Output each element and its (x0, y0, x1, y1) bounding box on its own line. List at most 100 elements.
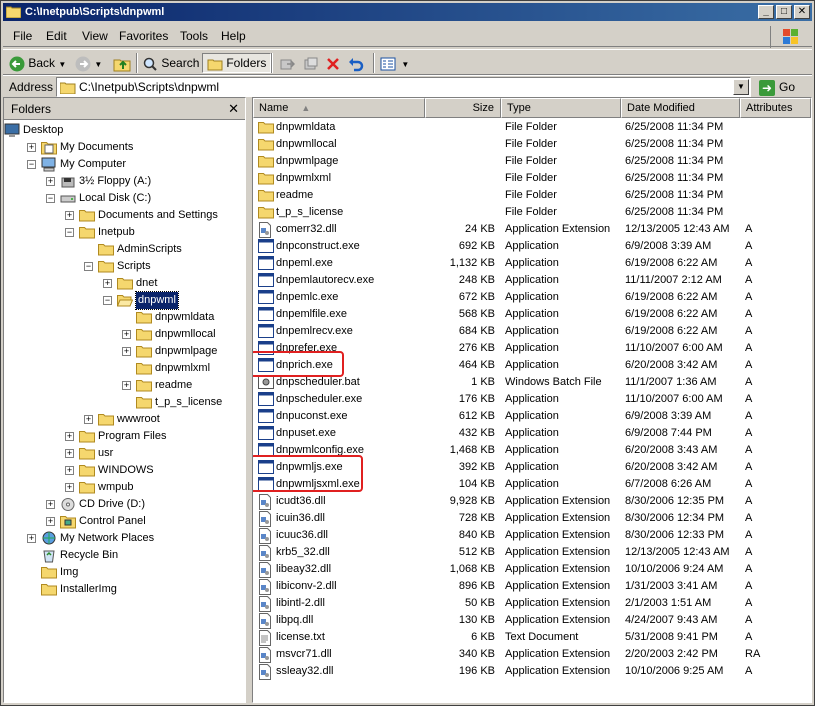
file-row[interactable]: libpq.dll 130 KB Application Extension 4/24… (253, 612, 811, 629)
expand-icon[interactable]: + (122, 347, 131, 356)
file-row[interactable]: icuuc36.dll 840 KB Application Extension 8/… (253, 527, 811, 544)
file-row[interactable]: libintl-2.dll 50 KB Application Extension 2… (253, 595, 811, 612)
column-header-type[interactable]: Type (501, 98, 621, 118)
expand-icon[interactable]: + (65, 432, 74, 441)
file-row[interactable]: license.txt 6 KB Text Document 5/31/2008 9:… (253, 629, 811, 646)
delete-button[interactable] (325, 53, 341, 73)
collapse-icon[interactable]: − (84, 262, 93, 271)
file-row[interactable]: icudt36.dll 9,928 KB Application Extension… (253, 493, 811, 510)
collapse-icon[interactable]: − (103, 296, 112, 305)
column-header-name[interactable]: Name ▲ (253, 98, 425, 118)
tree-item[interactable]: − dnpwml (4, 291, 245, 310)
expand-icon[interactable]: + (65, 211, 74, 220)
file-row[interactable]: dnpemlautorecv.exe 248 KB Application 11/11… (253, 272, 811, 289)
tree-item[interactable]: + dnet (4, 275, 245, 292)
file-row[interactable]: krb5_32.dll 512 KB Application Extension 12… (253, 544, 811, 561)
move-to-button[interactable] (279, 53, 296, 73)
menu-file[interactable]: File (13, 29, 32, 43)
expand-icon[interactable]: + (65, 483, 74, 492)
expand-icon[interactable]: + (27, 143, 36, 152)
undo-button[interactable] (348, 53, 364, 73)
menu-help[interactable]: Help (221, 29, 246, 43)
tree-item[interactable]: Img (4, 564, 245, 581)
tree-item[interactable]: − Local Disk (C:) (4, 190, 245, 207)
expand-icon[interactable]: + (46, 177, 55, 186)
tree-item[interactable]: + CD Drive (D:) (4, 496, 245, 513)
collapse-icon[interactable]: − (46, 194, 55, 203)
forward-button[interactable]: ▼ (75, 53, 102, 73)
file-row[interactable]: msvcr71.dll 340 KB Application Extension 2/… (253, 646, 811, 663)
tree-item[interactable]: Desktop (4, 122, 245, 139)
tree-item[interactable]: + dnpwmlpage (4, 343, 245, 360)
tree-item[interactable]: + wwwroot (4, 411, 245, 428)
tree-item[interactable]: + Documents and Settings (4, 207, 245, 224)
tree-item[interactable]: − Scripts (4, 258, 245, 275)
expand-icon[interactable]: + (65, 449, 74, 458)
file-row[interactable]: comerr32.dll 24 KB Application Extension 12… (253, 221, 811, 238)
tree-item[interactable]: + My Network Places (4, 530, 245, 547)
menu-favorites[interactable]: Favorites (119, 29, 168, 43)
folders-button[interactable]: Folders (202, 53, 272, 73)
tree-item[interactable]: dnpwmlxml (4, 360, 245, 377)
tree-item[interactable]: + readme (4, 377, 245, 394)
expand-icon[interactable]: + (27, 534, 36, 543)
menu-view[interactable]: View (82, 29, 108, 43)
tree-item[interactable]: − My Computer (4, 156, 245, 173)
collapse-icon[interactable]: − (27, 160, 36, 169)
file-row[interactable]: dnpemlfile.exe 568 KB Application 6/19/2008… (253, 306, 811, 323)
maximize-button[interactable]: □ (776, 5, 792, 19)
file-row[interactable]: libiconv-2.dll 896 KB Application Extensio… (253, 578, 811, 595)
search-button[interactable]: Search (142, 53, 199, 73)
folders-pane-close-button[interactable]: ✕ (228, 98, 239, 120)
address-field[interactable]: C:\Inetpub\Scripts\dnpwml ▼ (56, 77, 751, 97)
file-row[interactable]: dnpscheduler.exe 176 KB Application 11/10/2… (253, 391, 811, 408)
collapse-icon[interactable]: − (65, 228, 74, 237)
expand-icon[interactable]: + (103, 279, 112, 288)
tree-item[interactable]: +3½ Floppy (A:) (4, 173, 245, 190)
menu-tools[interactable]: Tools (180, 29, 208, 43)
file-row[interactable]: dnpuset.exe 432 KB Application 6/9/2008 7:4… (253, 425, 811, 442)
copy-to-button[interactable] (303, 53, 319, 73)
expand-icon[interactable]: + (46, 517, 55, 526)
tree-item[interactable]: + dnpwmllocal (4, 326, 245, 343)
file-row[interactable]: icuin36.dll 728 KB Application Extension 8/… (253, 510, 811, 527)
file-row[interactable]: dnpwmlxml File Folder 6/25/2008 11:34 PM (253, 170, 811, 187)
file-row[interactable]: ssleay32.dll 196 KB Application Extension 1… (253, 663, 811, 680)
column-header-size[interactable]: Size (425, 98, 501, 118)
file-row[interactable]: dnpeml.exe 1,132 KB Application 6/19/2008 6… (253, 255, 811, 272)
expand-icon[interactable]: + (122, 381, 131, 390)
close-button[interactable]: ✕ (794, 5, 810, 19)
up-folder-button[interactable] (113, 53, 131, 73)
file-row[interactable]: libeay32.dll 1,068 KB Application Extensio… (253, 561, 811, 578)
file-row[interactable]: dnpwmlpage File Folder 6/25/2008 11:34 PM (253, 153, 811, 170)
file-row[interactable]: readme File Folder 6/25/2008 11:34 PM (253, 187, 811, 204)
back-dropdown-icon[interactable]: ▼ (58, 60, 66, 69)
tree-item[interactable]: − Inetpub (4, 224, 245, 241)
menu-edit[interactable]: Edit (46, 29, 67, 43)
tree-item[interactable]: dnpwmldata (4, 309, 245, 326)
file-row[interactable]: dnpemlrecv.exe 684 KB Application 6/19/2008… (253, 323, 811, 340)
tree-item[interactable]: AdminScripts (4, 241, 245, 258)
expand-icon[interactable]: + (65, 466, 74, 475)
forward-dropdown-icon[interactable]: ▼ (94, 60, 102, 69)
tree-item[interactable]: + usr (4, 445, 245, 462)
tree-item[interactable]: t_p_s_license (4, 394, 245, 411)
column-header-date[interactable]: Date Modified (621, 98, 740, 118)
tree-item[interactable]: InstallerImg (4, 581, 245, 598)
file-row[interactable]: t_p_s_license File Folder 6/25/2008 11:34 … (253, 204, 811, 221)
tree-item[interactable]: + Program Files (4, 428, 245, 445)
go-button[interactable]: ➜ Go (759, 78, 795, 96)
column-header-attributes[interactable]: Attributes (740, 98, 811, 118)
file-row[interactable]: dnpwmllocal File Folder 6/25/2008 11:34 PM (253, 136, 811, 153)
expand-icon[interactable]: + (122, 330, 131, 339)
file-row[interactable]: dnpconstruct.exe 692 KB Application 6/9/200… (253, 238, 811, 255)
expand-icon[interactable]: + (84, 415, 93, 424)
minimize-button[interactable]: _ (758, 5, 774, 19)
back-button[interactable]: Back ▼ (9, 53, 66, 73)
title-bar[interactable]: C:\Inetpub\Scripts\dnpwml _ □ ✕ (3, 3, 812, 21)
address-dropdown-button[interactable]: ▼ (733, 79, 749, 95)
views-button[interactable]: ▼ (380, 53, 409, 73)
tree-item[interactable]: + Control Panel (4, 513, 245, 530)
file-row[interactable]: dnpwmldata File Folder 6/25/2008 11:34 PM (253, 119, 811, 136)
expand-icon[interactable]: + (46, 500, 55, 509)
